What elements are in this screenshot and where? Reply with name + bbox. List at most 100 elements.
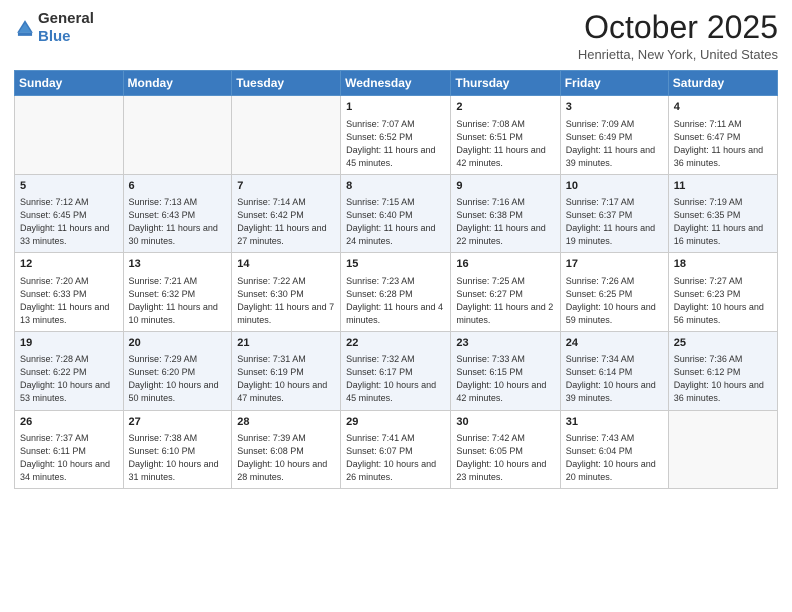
- calendar-cell: 10 Sunrise: 7:17 AM Sunset: 6:37 PM Dayli…: [560, 174, 668, 253]
- header: General Blue October 2025 Henrietta, New…: [14, 10, 778, 62]
- calendar-cell: 30 Sunrise: 7:42 AM Sunset: 6:05 PM Dayli…: [451, 410, 560, 489]
- day-info: Sunrise: 7:21 AM Sunset: 6:32 PM Dayligh…: [129, 275, 227, 327]
- location: Henrietta, New York, United States: [578, 47, 778, 62]
- logo: General Blue: [14, 10, 94, 46]
- day-info: Sunrise: 7:38 AM Sunset: 6:10 PM Dayligh…: [129, 432, 227, 484]
- calendar-cell: 17 Sunrise: 7:26 AM Sunset: 6:25 PM Dayli…: [560, 253, 668, 332]
- calendar-cell: 9Sunrise: 7:16 AM Sunset: 6:38 PM Daylig…: [451, 174, 560, 253]
- calendar-cell: 22 Sunrise: 7:32 AM Sunset: 6:17 PM Dayli…: [341, 331, 451, 410]
- weekday-header-sunday: Sunday: [15, 71, 124, 96]
- day-info: Sunrise: 7:33 AM Sunset: 6:15 PM Dayligh…: [456, 353, 554, 405]
- calendar-cell: 7 Sunrise: 7:14 AM Sunset: 6:42 PM Daylig…: [232, 174, 341, 253]
- day-number: 12: [20, 257, 118, 272]
- day-number: 20: [129, 336, 227, 351]
- day-info: Sunrise: 7:17 AM Sunset: 6:37 PM Dayligh…: [566, 196, 663, 248]
- day-number: 25: [674, 336, 772, 351]
- day-info: Sunrise: 7:29 AM Sunset: 6:20 PM Dayligh…: [129, 353, 227, 405]
- day-number: 30: [456, 415, 554, 430]
- calendar-cell: [232, 96, 341, 175]
- day-number: 24: [566, 336, 663, 351]
- calendar-header-row: SundayMondayTuesdayWednesdayThursdayFrid…: [15, 71, 778, 96]
- calendar-cell: 12 Sunrise: 7:20 AM Sunset: 6:33 PM Dayli…: [15, 253, 124, 332]
- calendar-cell: 25 Sunrise: 7:36 AM Sunset: 6:12 PM Dayli…: [668, 331, 777, 410]
- day-info: Sunrise: 7:08 AM Sunset: 6:51 PM Dayligh…: [456, 118, 554, 170]
- day-info: Sunrise: 7:26 AM Sunset: 6:25 PM Dayligh…: [566, 275, 663, 327]
- month-title: October 2025: [578, 10, 778, 45]
- day-number: 16: [456, 257, 554, 272]
- calendar-week-row: 12 Sunrise: 7:20 AM Sunset: 6:33 PM Dayli…: [15, 253, 778, 332]
- day-info: Sunrise: 7:19 AM Sunset: 6:35 PM Dayligh…: [674, 196, 772, 248]
- day-number: 6: [129, 179, 227, 194]
- day-info: Sunrise: 7:41 AM Sunset: 6:07 PM Dayligh…: [346, 432, 445, 484]
- weekday-header-tuesday: Tuesday: [232, 71, 341, 96]
- day-number: 9: [456, 179, 554, 194]
- page-container: General Blue October 2025 Henrietta, New…: [0, 0, 792, 612]
- weekday-header-monday: Monday: [123, 71, 232, 96]
- day-info: Sunrise: 7:27 AM Sunset: 6:23 PM Dayligh…: [674, 275, 772, 327]
- day-info: Sunrise: 7:07 AM Sunset: 6:52 PM Dayligh…: [346, 118, 445, 170]
- logo-general: General: [38, 10, 94, 27]
- day-number: 27: [129, 415, 227, 430]
- day-info: Sunrise: 7:13 AM Sunset: 6:43 PM Dayligh…: [129, 196, 227, 248]
- calendar-cell: [668, 410, 777, 489]
- logo-blue: Blue: [38, 28, 71, 45]
- calendar-cell: 27 Sunrise: 7:38 AM Sunset: 6:10 PM Dayli…: [123, 410, 232, 489]
- calendar-cell: 13 Sunrise: 7:21 AM Sunset: 6:32 PM Dayli…: [123, 253, 232, 332]
- calendar-cell: 23 Sunrise: 7:33 AM Sunset: 6:15 PM Dayli…: [451, 331, 560, 410]
- day-info: Sunrise: 7:42 AM Sunset: 6:05 PM Dayligh…: [456, 432, 554, 484]
- calendar-cell: 19Sunrise: 7:28 AM Sunset: 6:22 PM Dayli…: [15, 331, 124, 410]
- day-number: 22: [346, 336, 445, 351]
- calendar-cell: 4 Sunrise: 7:11 AM Sunset: 6:47 PM Daylig…: [668, 96, 777, 175]
- day-number: 14: [237, 257, 335, 272]
- weekday-header-saturday: Saturday: [668, 71, 777, 96]
- calendar-cell: 11 Sunrise: 7:19 AM Sunset: 6:35 PM Dayli…: [668, 174, 777, 253]
- calendar-cell: 26Sunrise: 7:37 AM Sunset: 6:11 PM Dayli…: [15, 410, 124, 489]
- day-info: Sunrise: 7:28 AM Sunset: 6:22 PM Dayligh…: [20, 353, 118, 405]
- day-number: 11: [674, 179, 772, 194]
- day-number: 15: [346, 257, 445, 272]
- calendar-cell: [15, 96, 124, 175]
- weekday-header-thursday: Thursday: [451, 71, 560, 96]
- day-info: Sunrise: 7:25 AM Sunset: 6:27 PM Dayligh…: [456, 275, 554, 327]
- calendar-cell: 20 Sunrise: 7:29 AM Sunset: 6:20 PM Dayli…: [123, 331, 232, 410]
- day-info: Sunrise: 7:14 AM Sunset: 6:42 PM Dayligh…: [237, 196, 335, 248]
- day-info: Sunrise: 7:15 AM Sunset: 6:40 PM Dayligh…: [346, 196, 445, 248]
- weekday-header-wednesday: Wednesday: [341, 71, 451, 96]
- day-number: 7: [237, 179, 335, 194]
- day-number: 3: [566, 100, 663, 115]
- calendar-cell: 8 Sunrise: 7:15 AM Sunset: 6:40 PM Daylig…: [341, 174, 451, 253]
- day-info: Sunrise: 7:12 AM Sunset: 6:45 PM Dayligh…: [20, 196, 118, 248]
- title-block: October 2025 Henrietta, New York, United…: [578, 10, 778, 62]
- logo-text: General Blue: [38, 10, 94, 46]
- calendar-cell: 21Sunrise: 7:31 AM Sunset: 6:19 PM Dayli…: [232, 331, 341, 410]
- day-info: Sunrise: 7:43 AM Sunset: 6:04 PM Dayligh…: [566, 432, 663, 484]
- calendar-week-row: 19Sunrise: 7:28 AM Sunset: 6:22 PM Dayli…: [15, 331, 778, 410]
- calendar-cell: 18 Sunrise: 7:27 AM Sunset: 6:23 PM Dayli…: [668, 253, 777, 332]
- day-number: 13: [129, 257, 227, 272]
- day-number: 10: [566, 179, 663, 194]
- calendar-cell: 31Sunrise: 7:43 AM Sunset: 6:04 PM Dayli…: [560, 410, 668, 489]
- day-number: 8: [346, 179, 445, 194]
- day-info: Sunrise: 7:32 AM Sunset: 6:17 PM Dayligh…: [346, 353, 445, 405]
- logo-icon: [14, 17, 36, 39]
- day-info: Sunrise: 7:23 AM Sunset: 6:28 PM Dayligh…: [346, 275, 445, 327]
- day-info: Sunrise: 7:20 AM Sunset: 6:33 PM Dayligh…: [20, 275, 118, 327]
- calendar-cell: 2 Sunrise: 7:08 AM Sunset: 6:51 PM Daylig…: [451, 96, 560, 175]
- day-number: 18: [674, 257, 772, 272]
- calendar-week-row: 26Sunrise: 7:37 AM Sunset: 6:11 PM Dayli…: [15, 410, 778, 489]
- day-number: 29: [346, 415, 445, 430]
- day-info: Sunrise: 7:11 AM Sunset: 6:47 PM Dayligh…: [674, 118, 772, 170]
- day-number: 4: [674, 100, 772, 115]
- calendar-cell: 14 Sunrise: 7:22 AM Sunset: 6:30 PM Dayli…: [232, 253, 341, 332]
- calendar-cell: 29 Sunrise: 7:41 AM Sunset: 6:07 PM Dayli…: [341, 410, 451, 489]
- day-info: Sunrise: 7:22 AM Sunset: 6:30 PM Dayligh…: [237, 275, 335, 327]
- day-number: 28: [237, 415, 335, 430]
- day-number: 2: [456, 100, 554, 115]
- day-number: 23: [456, 336, 554, 351]
- calendar-cell: 6 Sunrise: 7:13 AM Sunset: 6:43 PM Daylig…: [123, 174, 232, 253]
- day-number: 17: [566, 257, 663, 272]
- day-info: Sunrise: 7:39 AM Sunset: 6:08 PM Dayligh…: [237, 432, 335, 484]
- calendar-table: SundayMondayTuesdayWednesdayThursdayFrid…: [14, 70, 778, 489]
- weekday-header-friday: Friday: [560, 71, 668, 96]
- day-info: Sunrise: 7:36 AM Sunset: 6:12 PM Dayligh…: [674, 353, 772, 405]
